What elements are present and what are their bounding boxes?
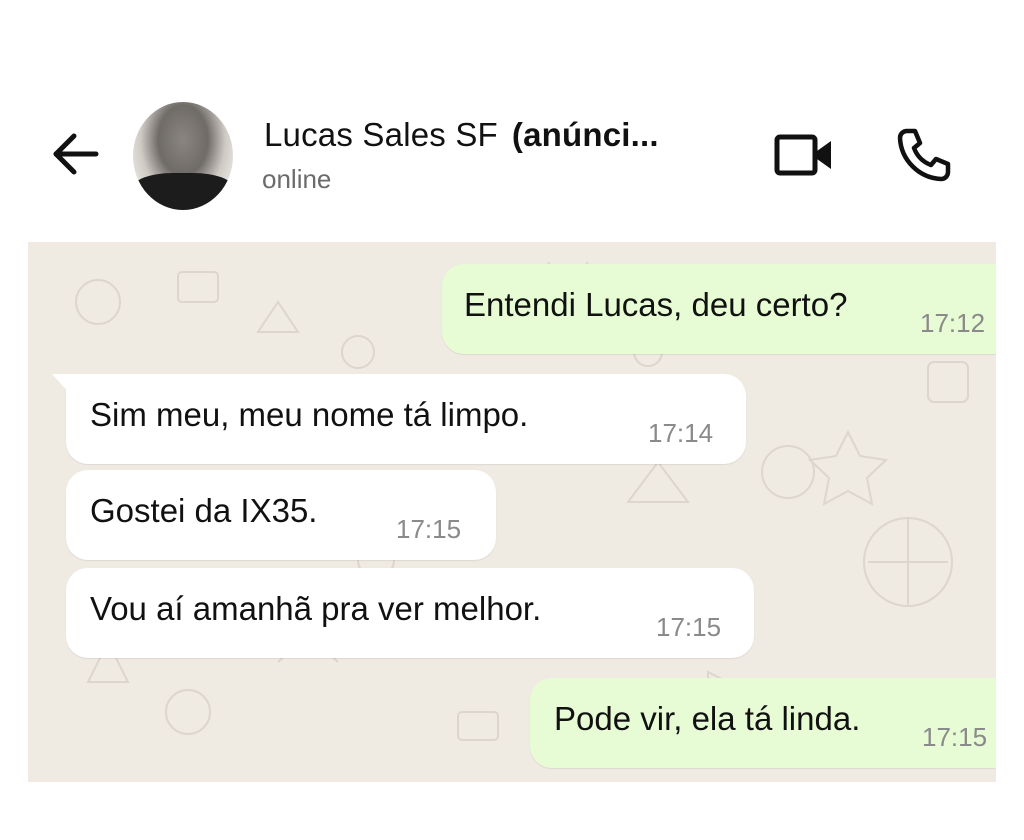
- message-text: Vou aí amanhã pra ver melhor.: [90, 590, 542, 628]
- message-time: 17:14: [648, 418, 714, 448]
- message-time: 17:15: [656, 612, 722, 642]
- video-call-button[interactable]: [774, 131, 834, 179]
- message-incoming[interactable]: Vou aí amanhã pra ver melhor. 17:15: [66, 568, 754, 658]
- contact-name-suffix: (anúnci...: [511, 116, 659, 153]
- video-camera-icon: [774, 134, 831, 176]
- contact-name-text: Lucas Sales SF: [264, 116, 498, 153]
- chat-area[interactable]: Entendi Lucas, deu certo? 17:12 Sim meu,…: [28, 242, 996, 782]
- message-outgoing[interactable]: Pode vir, ela tá linda. 17:15: [530, 678, 996, 768]
- arrow-left-icon: [53, 133, 99, 175]
- back-button[interactable]: [50, 128, 102, 180]
- message-outgoing[interactable]: Entendi Lucas, deu certo? 17:12: [442, 264, 996, 354]
- avatar[interactable]: [133, 102, 233, 210]
- contact-name[interactable]: Lucas Sales SF (anúnci...: [264, 116, 659, 154]
- message-text: Sim meu, meu nome tá limpo.: [90, 396, 529, 434]
- message-text: Pode vir, ela tá linda.: [554, 700, 861, 738]
- message-time: 17:12: [920, 308, 986, 338]
- phone-icon: [897, 128, 951, 182]
- chat-header: Lucas Sales SF (anúnci... online: [0, 0, 1024, 242]
- voice-call-button[interactable]: [895, 126, 953, 184]
- contact-status: online: [262, 164, 332, 194]
- message-incoming[interactable]: Sim meu, meu nome tá limpo. 17:14: [52, 374, 746, 464]
- message-time: 17:15: [922, 722, 988, 752]
- message-time: 17:15: [396, 514, 462, 544]
- message-text: Entendi Lucas, deu certo?: [464, 286, 848, 324]
- message-text: Gostei da IX35.: [90, 492, 318, 530]
- message-incoming[interactable]: Gostei da IX35. 17:15: [66, 470, 496, 560]
